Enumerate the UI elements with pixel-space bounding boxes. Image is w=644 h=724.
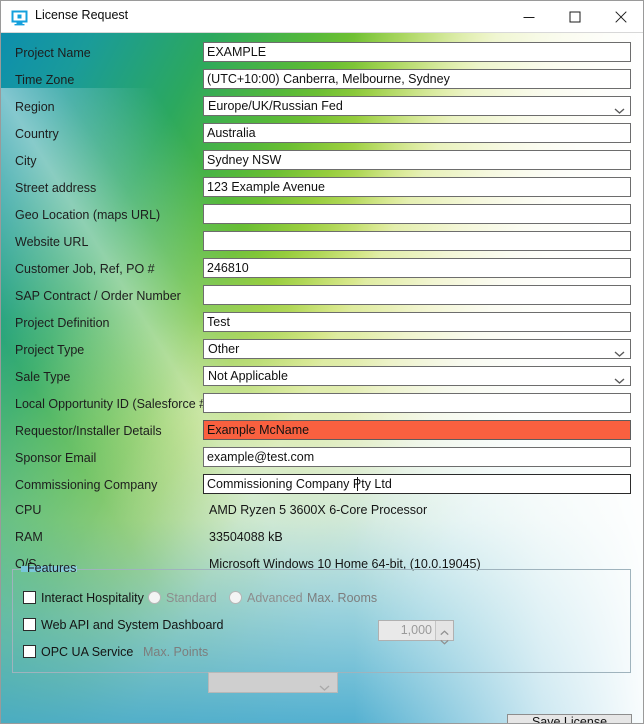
radio-advanced[interactable] [229,591,242,604]
label-ram: RAM [15,530,43,544]
label-project-name: Project Name [15,46,91,60]
chevron-down-icon[interactable] [440,632,449,638]
label-max-points: Max. Points [143,645,208,659]
chevron-down-icon [614,345,625,353]
client-area: Project Name Time Zone Region Europe/UK/… [1,33,643,723]
input-customer-job-ref-po[interactable] [203,258,631,278]
input-commissioning-company[interactable] [203,474,631,494]
checkbox-opc-ua[interactable] [23,645,36,658]
label-standard: Standard [166,591,217,605]
save-license-request-button[interactable]: Save License Request [507,714,632,723]
stepper-max-rooms-value: 1,000 [401,621,432,640]
stepper-max-rooms-buttons[interactable] [435,621,453,640]
value-cpu: AMD Ryzen 5 3600X 6-Core Processor [209,503,427,517]
combo-region[interactable]: Europe/UK/Russian Fed [203,96,631,116]
input-requestor-installer-details[interactable] [203,420,631,440]
combo-project-type-value: Other [208,340,239,358]
label-sponsor-email: Sponsor Email [15,451,96,465]
input-geo-location[interactable] [203,204,631,224]
input-project-definition[interactable] [203,312,631,332]
text-caret [357,477,358,491]
label-max-rooms: Max. Rooms [307,591,377,605]
input-country[interactable] [203,123,631,143]
combo-max-points[interactable] [208,672,338,693]
label-street-address: Street address [15,181,96,195]
label-advanced: Advanced [247,591,303,605]
label-time-zone: Time Zone [15,73,74,87]
combo-project-type[interactable]: Other [203,339,631,359]
label-geo-location: Geo Location (maps URL) [15,208,160,222]
maximize-button[interactable] [552,1,598,32]
close-button[interactable] [598,1,644,32]
combo-region-value: Europe/UK/Russian Fed [208,97,343,115]
label-interact-hospitality: Interact Hospitality [41,591,144,605]
label-sap-contract-order-number: SAP Contract / Order Number [15,289,181,303]
label-website-url: Website URL [15,235,88,249]
label-sale-type: Sale Type [15,370,70,384]
radio-standard[interactable] [148,591,161,604]
stepper-max-rooms[interactable]: 1,000 [378,620,454,641]
label-region: Region [15,100,55,114]
combo-sale-type[interactable]: Not Applicable [203,366,631,386]
chevron-down-icon [614,102,625,110]
label-city: City [15,154,37,168]
input-time-zone[interactable] [203,69,631,89]
value-ram: 33504088 kB [209,530,283,544]
label-cpu: CPU [15,503,41,517]
minimize-button[interactable] [506,1,552,32]
combo-sale-type-value: Not Applicable [208,367,288,385]
label-opc-ua: OPC UA Service [41,645,133,659]
title-bar: License Request [1,1,644,33]
label-customer-job-ref-po: Customer Job, Ref, PO # [15,262,155,276]
checkbox-web-api[interactable] [23,618,36,631]
chevron-up-icon[interactable] [440,623,449,629]
input-website-url[interactable] [203,231,631,251]
label-commissioning-company: Commissioning Company [15,478,157,492]
label-country: Country [15,127,59,141]
input-sap-contract-order-number[interactable] [203,285,631,305]
label-requestor-installer-details: Requestor/Installer Details [15,424,162,438]
chevron-down-icon [319,679,330,687]
features-legend: Features [23,562,80,575]
input-sponsor-email[interactable] [203,447,631,467]
label-project-type: Project Type [15,343,84,357]
input-project-name[interactable] [203,42,631,62]
input-city[interactable] [203,150,631,170]
input-street-address[interactable] [203,177,631,197]
label-project-definition: Project Definition [15,316,110,330]
monitor-icon [11,9,28,26]
chevron-down-icon [614,372,625,380]
license-request-form: Project Name Time Zone Region Europe/UK/… [1,33,643,723]
label-web-api: Web API and System Dashboard [41,618,224,632]
license-request-window: License Request Project Name [0,0,644,724]
checkbox-interact-hospitality[interactable] [23,591,36,604]
label-local-opportunity-id: Local Opportunity ID (Salesforce #) [15,397,210,411]
window-title: License Request [35,8,128,22]
input-local-opportunity-id[interactable] [203,393,631,413]
